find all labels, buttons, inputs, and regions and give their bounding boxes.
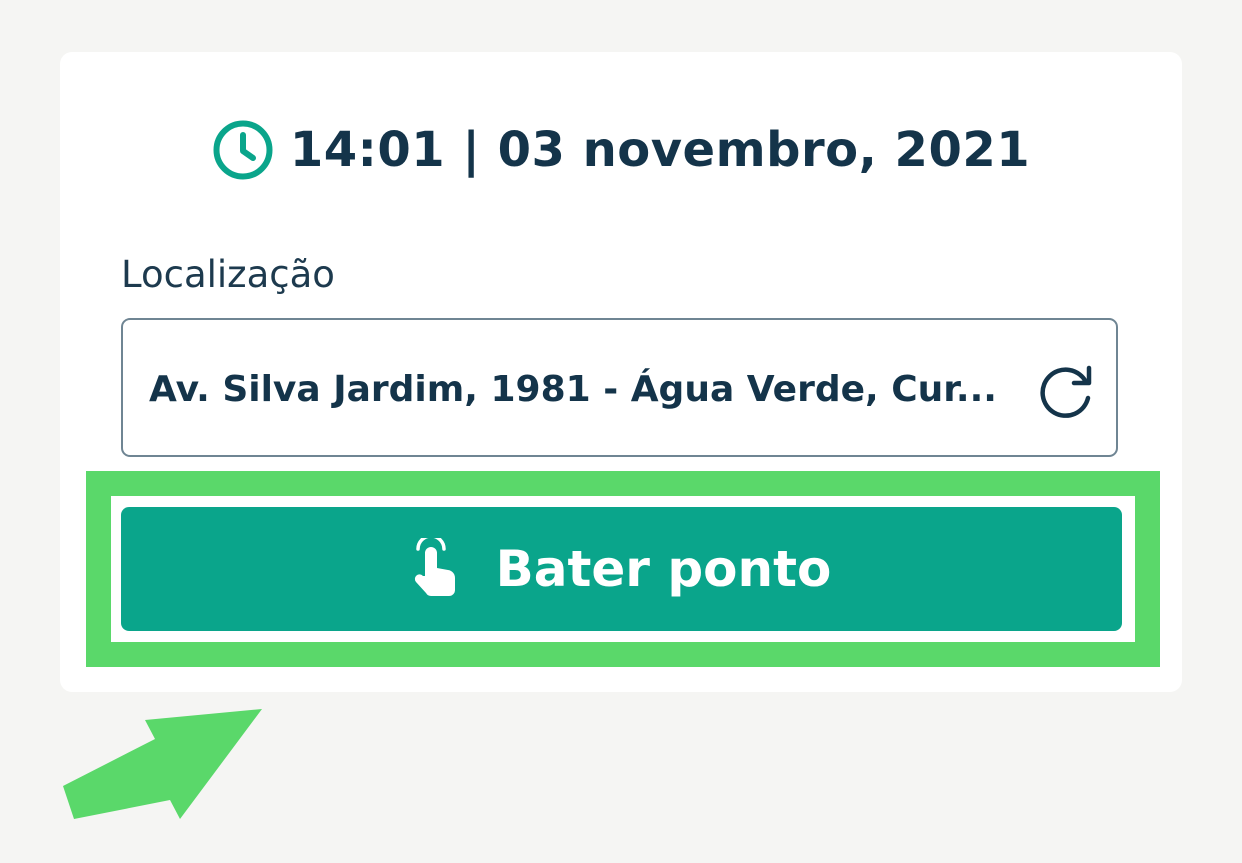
punch-clock-button-label: Bater ponto <box>495 540 832 598</box>
datetime-text: 14:01 | 03 novembro, 2021 <box>289 122 1031 178</box>
refresh-icon[interactable] <box>1036 362 1096 418</box>
punch-clock-button[interactable]: Bater ponto <box>121 507 1122 631</box>
datetime-header: 14:01 | 03 novembro, 2021 <box>0 112 1242 188</box>
pointer-arrow-icon <box>63 709 262 819</box>
location-address: Av. Silva Jardim, 1981 - Água Verde, Cur… <box>149 369 997 410</box>
tap-finger-icon <box>414 538 455 596</box>
location-field[interactable]: Av. Silva Jardim, 1981 - Água Verde, Cur… <box>121 318 1118 457</box>
clock-icon <box>213 120 273 180</box>
location-label: Localização <box>121 253 335 296</box>
